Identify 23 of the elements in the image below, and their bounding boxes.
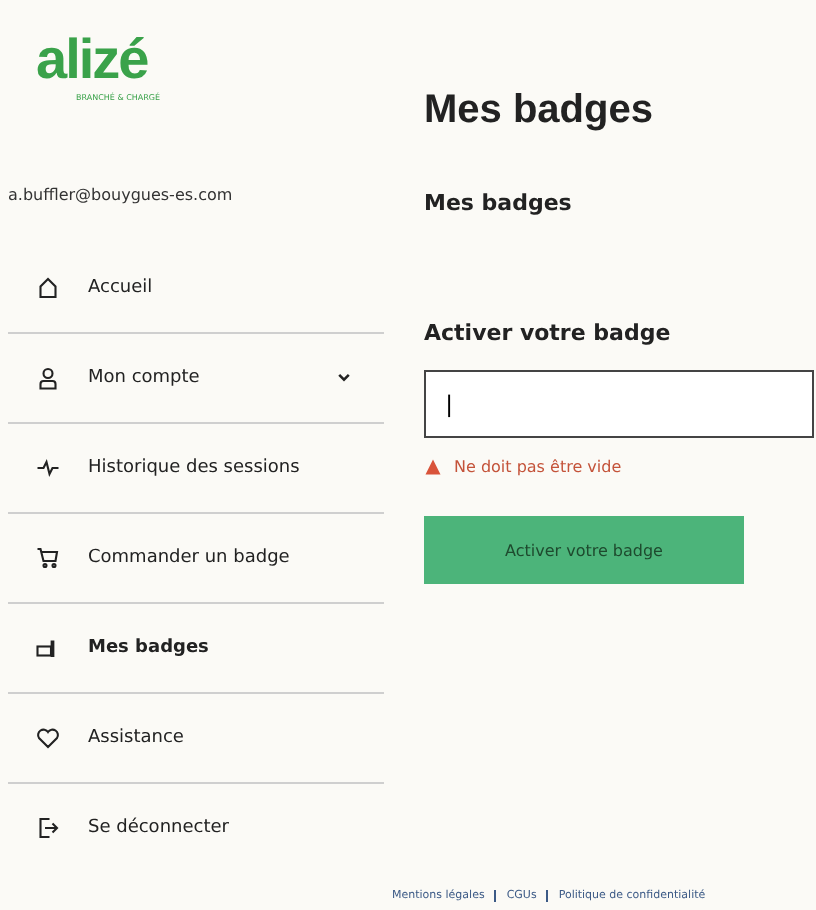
menu-item[interactable]: Historique des sessions: [8, 424, 384, 514]
brand-logo: alizé: [36, 32, 150, 88]
menu-item[interactable]: Assistance: [8, 694, 384, 784]
badge-input[interactable]: |: [424, 370, 814, 438]
heart-icon: [36, 726, 60, 750]
chevron-icon[interactable]: [336, 370, 352, 386]
logout-icon: [36, 816, 60, 840]
form-title: Activer votre badge: [424, 320, 673, 346]
pulse-icon: [36, 456, 60, 480]
section-title: Mes badges: [424, 190, 574, 216]
user-email: a.buffler@bouygues-es.com: [6, 183, 235, 208]
page-title: Mes badges: [424, 88, 655, 134]
menu-item[interactable]: Mes badges: [8, 604, 384, 694]
menu-item[interactable]: Mon compte: [8, 334, 384, 424]
error-message: Ne doit pas être vide: [454, 458, 622, 476]
activate-button[interactable]: Activer votre badge: [424, 516, 744, 584]
cart-icon: [36, 546, 60, 570]
menu-item[interactable]: Se déconnecter: [8, 784, 384, 872]
home-icon: [36, 276, 60, 300]
user-icon: [36, 366, 60, 390]
menu-item[interactable]: Commander un badge: [8, 514, 384, 604]
warning-icon: [424, 458, 442, 476]
menu-item[interactable]: Accueil: [8, 244, 384, 334]
